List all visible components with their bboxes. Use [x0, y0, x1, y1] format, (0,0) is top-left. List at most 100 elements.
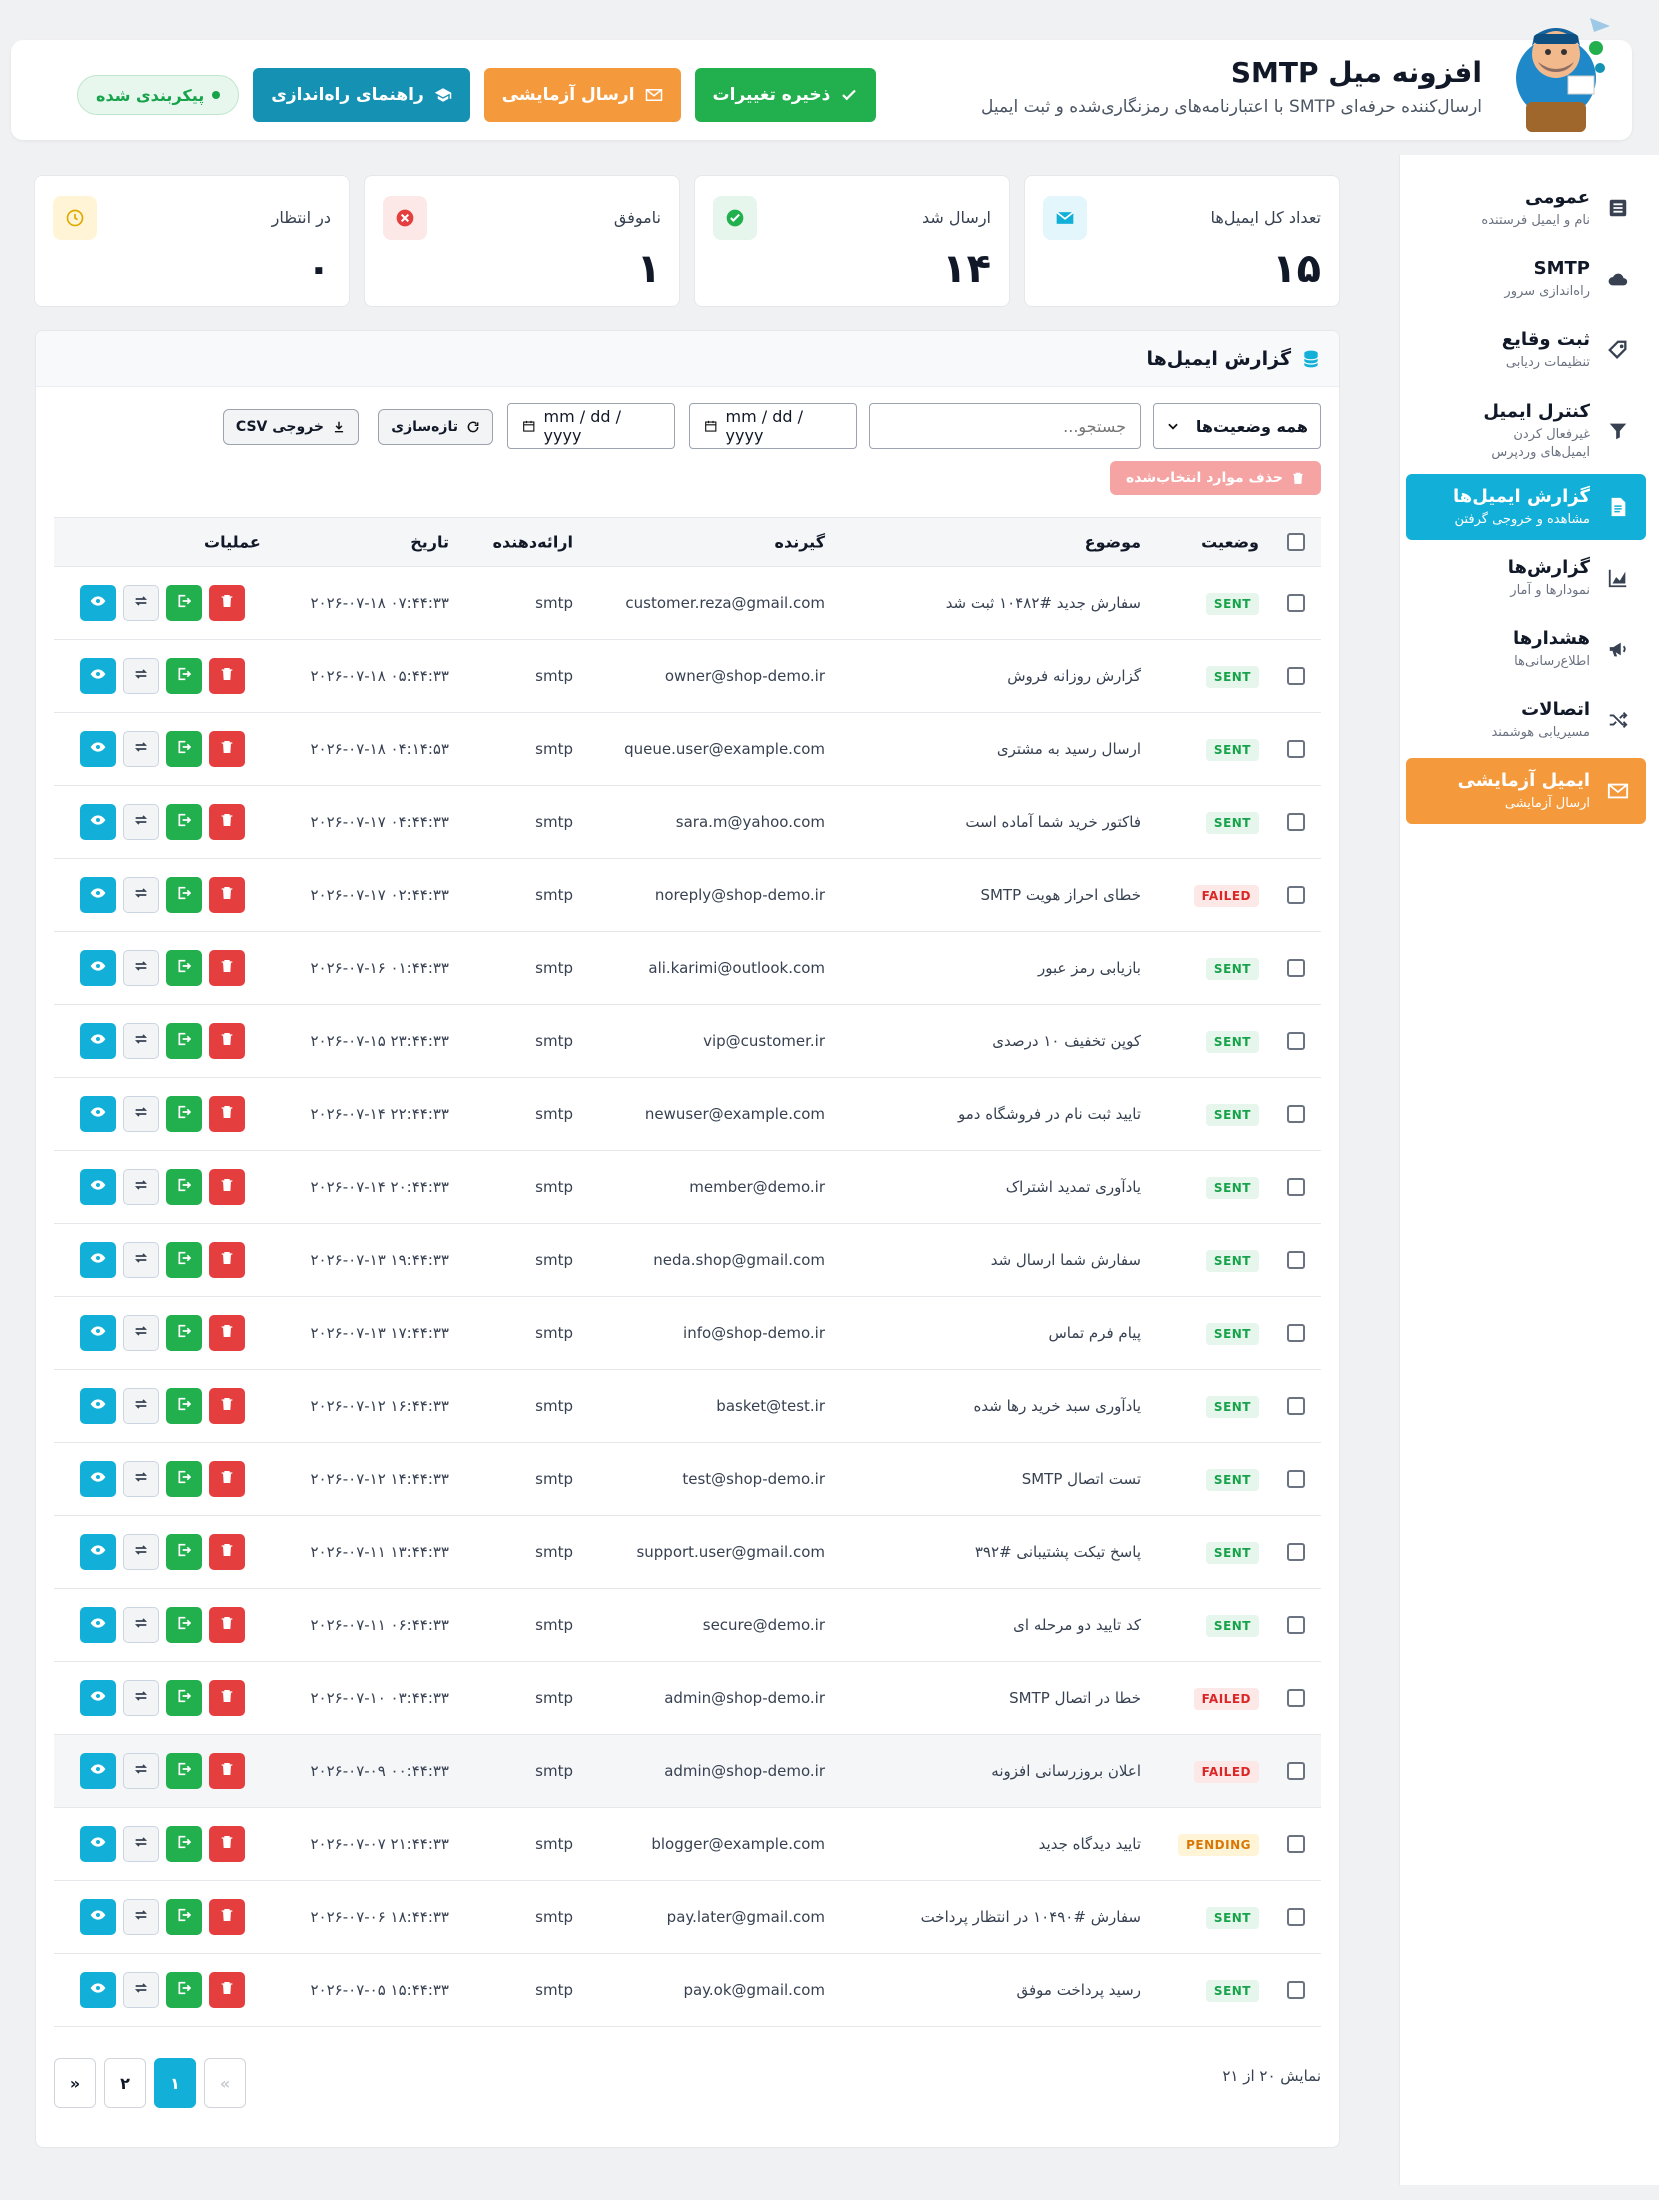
row-checkbox[interactable]	[1287, 667, 1305, 685]
delete-button[interactable]	[209, 1534, 245, 1570]
sidebar-item-smtp[interactable]: SMTP راه‌اندازی سرور	[1406, 246, 1646, 312]
export-button[interactable]	[166, 1826, 202, 1862]
export-button[interactable]	[166, 1899, 202, 1935]
row-checkbox[interactable]	[1287, 1616, 1305, 1634]
delete-selected-button[interactable]: حذف موارد انتخاب‌شده	[1110, 461, 1321, 495]
row-checkbox[interactable]	[1287, 740, 1305, 758]
select-all-checkbox[interactable]	[1287, 533, 1305, 551]
delete-button[interactable]	[209, 658, 245, 694]
delete-button[interactable]	[209, 1242, 245, 1278]
row-checkbox[interactable]	[1287, 813, 1305, 831]
delete-button[interactable]	[209, 1315, 245, 1351]
resend-button[interactable]	[123, 1388, 159, 1424]
view-button[interactable]	[80, 1169, 116, 1205]
resend-button[interactable]	[123, 1096, 159, 1132]
export-button[interactable]	[166, 1461, 202, 1497]
export-button[interactable]	[166, 585, 202, 621]
resend-button[interactable]	[123, 1899, 159, 1935]
export-button[interactable]	[166, 1315, 202, 1351]
setup-guide-button[interactable]: راهنمای راه‌اندازی	[253, 68, 470, 122]
row-checkbox[interactable]	[1287, 1835, 1305, 1853]
view-button[interactable]	[80, 877, 116, 913]
sidebar-item-email-control[interactable]: کنترل ایمیل غیرفعال کردن ایمیل‌های وردپرس	[1406, 388, 1646, 474]
date-to-input[interactable]: mm / dd / yyyy	[507, 403, 675, 449]
sidebar-item-reports[interactable]: گزارش‌ها نمودارها و آمار	[1406, 545, 1646, 611]
row-checkbox[interactable]	[1287, 1981, 1305, 1999]
delete-button[interactable]	[209, 1899, 245, 1935]
view-button[interactable]	[80, 1315, 116, 1351]
export-button[interactable]	[166, 1388, 202, 1424]
delete-button[interactable]	[209, 585, 245, 621]
export-button[interactable]	[166, 950, 202, 986]
delete-button[interactable]	[209, 1169, 245, 1205]
row-checkbox[interactable]	[1287, 1908, 1305, 1926]
delete-button[interactable]	[209, 1096, 245, 1132]
resend-button[interactable]	[123, 1826, 159, 1862]
status-filter-select[interactable]: همه وضعیت‌ها	[1153, 403, 1321, 449]
delete-button[interactable]	[209, 731, 245, 767]
row-checkbox[interactable]	[1287, 886, 1305, 904]
export-button[interactable]	[166, 658, 202, 694]
delete-button[interactable]	[209, 1023, 245, 1059]
resend-button[interactable]	[123, 585, 159, 621]
refresh-button[interactable]: تازه‌سازی	[378, 409, 493, 445]
export-button[interactable]	[166, 1607, 202, 1643]
export-button[interactable]	[166, 1972, 202, 2008]
view-button[interactable]	[80, 1242, 116, 1278]
export-button[interactable]	[166, 1753, 202, 1789]
view-button[interactable]	[80, 1753, 116, 1789]
view-button[interactable]	[80, 1826, 116, 1862]
view-button[interactable]	[80, 804, 116, 840]
view-button[interactable]	[80, 1461, 116, 1497]
row-checkbox[interactable]	[1287, 959, 1305, 977]
date-from-input[interactable]: mm / dd / yyyy	[689, 403, 857, 449]
delete-button[interactable]	[209, 1388, 245, 1424]
delete-button[interactable]	[209, 1461, 245, 1497]
view-button[interactable]	[80, 1607, 116, 1643]
view-button[interactable]	[80, 731, 116, 767]
page-2-button[interactable]: ۲	[104, 2058, 146, 2108]
resend-button[interactable]	[123, 731, 159, 767]
sidebar-item-general[interactable]: عمومی نام و ایمیل فرستنده	[1406, 175, 1646, 241]
row-checkbox[interactable]	[1287, 1324, 1305, 1342]
view-button[interactable]	[80, 1388, 116, 1424]
page-1-button[interactable]: ۱	[154, 2058, 196, 2108]
export-button[interactable]	[166, 877, 202, 913]
next-page-button[interactable]: »	[54, 2058, 96, 2108]
sidebar-item-alerts[interactable]: هشدارها اطلاع‌رسانی‌ها	[1406, 616, 1646, 682]
row-checkbox[interactable]	[1287, 1105, 1305, 1123]
resend-button[interactable]	[123, 1315, 159, 1351]
search-input[interactable]	[869, 403, 1141, 449]
export-button[interactable]	[166, 1169, 202, 1205]
resend-button[interactable]	[123, 1607, 159, 1643]
delete-button[interactable]	[209, 1826, 245, 1862]
export-csv-button[interactable]: خروجی CSV	[222, 409, 359, 445]
view-button[interactable]	[80, 1899, 116, 1935]
view-button[interactable]	[80, 1534, 116, 1570]
row-checkbox[interactable]	[1287, 1251, 1305, 1269]
delete-button[interactable]	[209, 1972, 245, 2008]
save-changes-button[interactable]: ذخیره تغییرات	[694, 68, 877, 122]
export-button[interactable]	[166, 731, 202, 767]
delete-button[interactable]	[209, 1680, 245, 1716]
delete-button[interactable]	[209, 1607, 245, 1643]
resend-button[interactable]	[123, 1242, 159, 1278]
resend-button[interactable]	[123, 658, 159, 694]
sidebar-item-email-log[interactable]: گزارش ایمیل‌ها مشاهده و خروجی گرفتن	[1406, 474, 1646, 540]
send-test-button[interactable]: ارسال آزمایشی	[483, 68, 681, 122]
delete-button[interactable]	[209, 1753, 245, 1789]
view-button[interactable]	[80, 950, 116, 986]
view-button[interactable]	[80, 1680, 116, 1716]
export-button[interactable]	[166, 1534, 202, 1570]
resend-button[interactable]	[123, 1023, 159, 1059]
sidebar-item-test-email[interactable]: ایمیل آزمایشی ارسال آزمایشی	[1406, 758, 1646, 824]
export-button[interactable]	[166, 1023, 202, 1059]
row-checkbox[interactable]	[1287, 1178, 1305, 1196]
row-checkbox[interactable]	[1287, 1762, 1305, 1780]
resend-button[interactable]	[123, 1169, 159, 1205]
view-button[interactable]	[80, 1023, 116, 1059]
export-button[interactable]	[166, 1096, 202, 1132]
export-button[interactable]	[166, 804, 202, 840]
export-button[interactable]	[166, 1680, 202, 1716]
resend-button[interactable]	[123, 1534, 159, 1570]
